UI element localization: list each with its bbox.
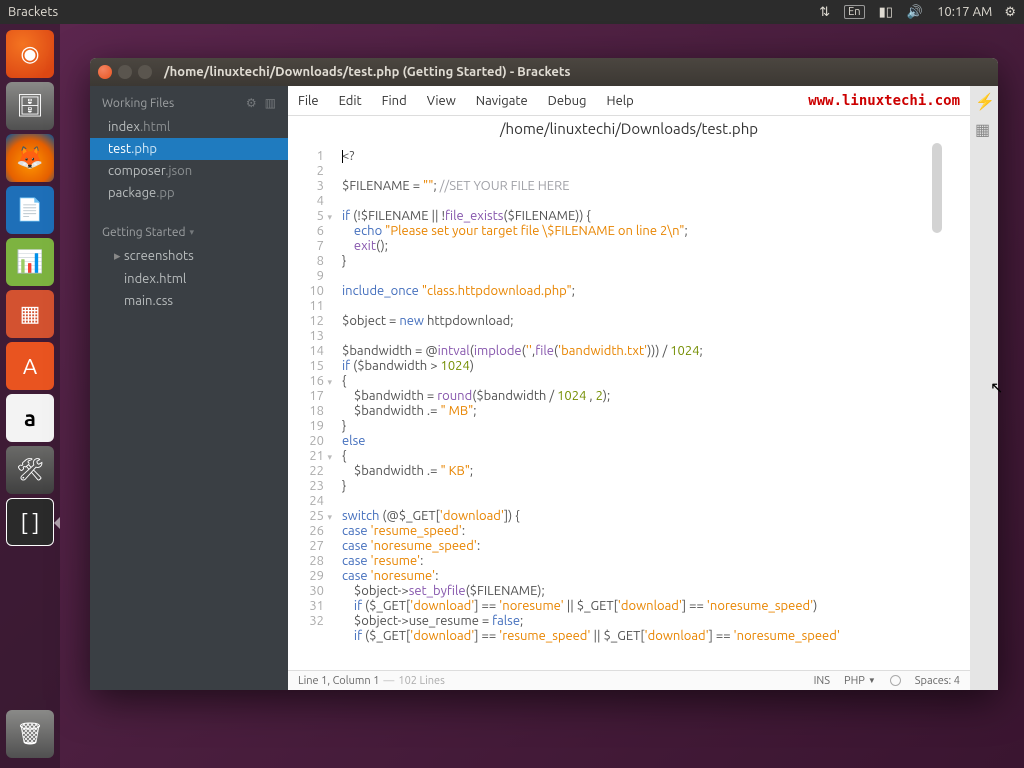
launcher-writer[interactable]: 📄 — [6, 186, 54, 234]
live-preview-icon[interactable]: ⚡ — [975, 92, 993, 110]
system-gear-icon[interactable]: ⚙ — [1004, 5, 1016, 20]
cursor-position[interactable]: Line 1, Column 1 — [298, 675, 379, 687]
code-editor[interactable]: 12345▾678910111213141516▾1718192021▾2223… — [288, 143, 970, 670]
trash-icon[interactable]: 🗑 — [6, 710, 54, 758]
extensions-icon[interactable]: ▦ — [975, 120, 993, 138]
titlebar[interactable]: /home/linuxtechi/Downloads/test.php (Get… — [90, 58, 998, 86]
launcher-settings[interactable]: 🛠 — [6, 446, 54, 494]
unity-launcher: ◉🗄🦊📄📊▦Aa🛠[ ] 🗑 — [0, 24, 60, 768]
launcher-software[interactable]: A — [6, 342, 54, 390]
menubar: File Edit Find View Navigate Debug Help www.li… — [288, 86, 970, 116]
launcher-ubuntu-dash[interactable]: ◉ — [6, 30, 54, 78]
menu-edit[interactable]: Edit — [339, 94, 362, 108]
scrollbar-thumb[interactable] — [932, 143, 942, 233]
total-lines: 102 Lines — [398, 675, 445, 687]
keyboard-indicator[interactable]: En — [844, 5, 864, 19]
menu-file[interactable]: File — [298, 94, 319, 108]
active-app-label: Brackets — [8, 5, 58, 19]
lint-status[interactable] — [890, 675, 901, 686]
indent-setting[interactable]: Spaces: 4 — [915, 675, 960, 687]
brand-watermark: www.linuxtechi.com — [808, 93, 960, 109]
launcher-impress[interactable]: ▦ — [6, 290, 54, 338]
brackets-window: /home/linuxtechi/Downloads/test.php (Get… — [90, 58, 998, 690]
launcher-firefox[interactable]: 🦊 — [6, 134, 54, 182]
working-file-test[interactable]: test.php — [90, 138, 288, 160]
sidebar: Working Files ⚙ ▥ index.htmltest.phpcomp… — [90, 86, 288, 690]
working-file-package[interactable]: package.pp — [90, 182, 288, 204]
menu-view[interactable]: View — [427, 94, 456, 108]
launcher-brackets[interactable]: [ ] — [6, 498, 54, 546]
window-title: /home/linuxtechi/Downloads/test.php (Get… — [164, 65, 571, 79]
chevron-down-icon: ▾ — [189, 227, 194, 238]
menu-find[interactable]: Find — [382, 94, 407, 108]
network-icon[interactable]: ⇅ — [819, 5, 830, 20]
launcher-amazon[interactable]: a — [6, 394, 54, 442]
insert-mode[interactable]: INS — [814, 675, 830, 687]
file-path: /home/linuxtechi/Downloads/test.php — [288, 116, 970, 143]
window-minimize-button[interactable] — [118, 65, 132, 79]
working-file-composer[interactable]: composer.json — [90, 160, 288, 182]
editor-pane: File Edit Find View Navigate Debug Help www.li… — [288, 86, 970, 690]
language-mode[interactable]: PHP ▼ — [844, 675, 876, 687]
working-file-index[interactable]: index.html — [90, 116, 288, 138]
battery-icon[interactable]: ▮▯ — [879, 5, 893, 20]
window-maximize-button[interactable] — [138, 65, 152, 79]
file-main[interactable]: main.css — [90, 290, 288, 312]
right-toolbar: ⚡ ▦ — [970, 86, 998, 690]
window-close-button[interactable] — [98, 65, 112, 79]
statusbar: Line 1, Column 1 — 102 Lines INS PHP ▼ S… — [288, 670, 970, 690]
split-icon[interactable]: ▥ — [265, 96, 276, 110]
menu-navigate[interactable]: Navigate — [476, 94, 528, 108]
top-panel: Brackets ⇅ En ▮▯ 🔊 10:17 AM ⚙ — [0, 0, 1024, 24]
project-header[interactable]: Getting Started ▾ — [90, 216, 288, 245]
menu-help[interactable]: Help — [607, 94, 634, 108]
folder-screenshots[interactable]: ▸screenshots — [90, 245, 288, 268]
file-index[interactable]: index.html — [90, 268, 288, 290]
menu-debug[interactable]: Debug — [548, 94, 587, 108]
launcher-files[interactable]: 🗄 — [6, 82, 54, 130]
volume-icon[interactable]: 🔊 — [907, 5, 923, 20]
working-files-header[interactable]: Working Files ⚙ ▥ — [90, 86, 288, 116]
gear-icon[interactable]: ⚙ — [246, 96, 257, 110]
clock[interactable]: 10:17 AM — [937, 5, 992, 19]
launcher-calc[interactable]: 📊 — [6, 238, 54, 286]
